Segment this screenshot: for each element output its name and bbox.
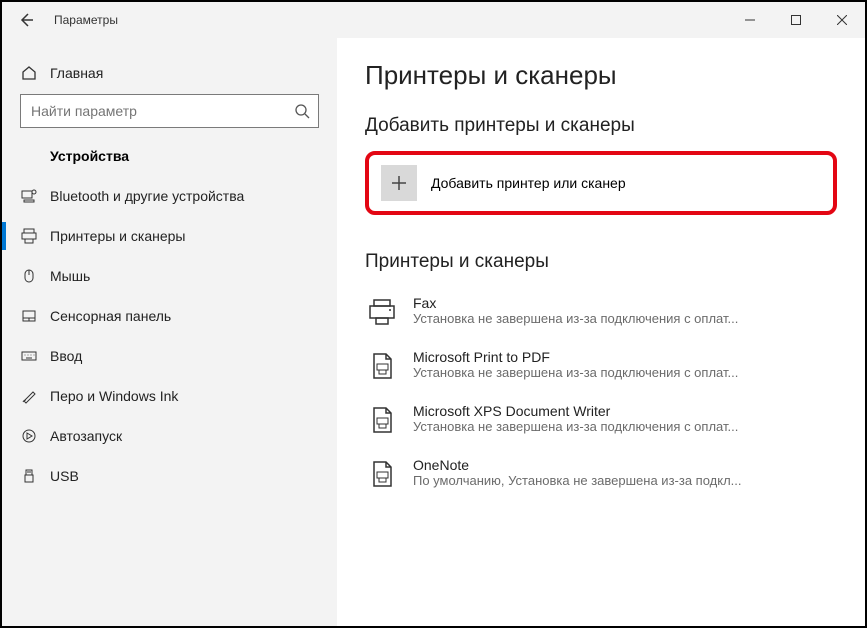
sidebar-section-title: Устройства	[2, 144, 337, 176]
document-printer-icon	[365, 403, 399, 437]
printer-item-pdf[interactable]: Microsoft Print to PDF Установка не заве…	[365, 341, 837, 395]
document-printer-icon	[365, 349, 399, 383]
printer-text: Microsoft XPS Document Writer Установка …	[413, 403, 837, 434]
back-button[interactable]	[12, 6, 40, 34]
sidebar-item-mouse[interactable]: Мышь	[2, 256, 337, 296]
sidebar-item-label: Сенсорная панель	[50, 308, 171, 324]
mouse-icon	[20, 268, 38, 284]
sidebar-item-usb[interactable]: USB	[2, 456, 337, 496]
sidebar-item-label: Ввод	[50, 348, 82, 364]
printer-name: Microsoft XPS Document Writer	[413, 403, 837, 419]
document-printer-icon	[365, 457, 399, 491]
titlebar: Параметры	[2, 2, 865, 38]
add-printer-button[interactable]: Добавить принтер или сканер	[365, 151, 837, 215]
printer-icon	[365, 295, 399, 329]
printer-icon	[20, 228, 38, 244]
printer-text: Microsoft Print to PDF Установка не заве…	[413, 349, 837, 380]
touchpad-icon	[20, 308, 38, 324]
printer-status: Установка не завершена из-за подключения…	[413, 311, 837, 326]
sidebar-item-label: Принтеры и сканеры	[50, 228, 185, 244]
keyboard-icon	[20, 348, 38, 364]
content: Принтеры и сканеры Добавить принтеры и с…	[337, 38, 865, 626]
maximize-button[interactable]	[773, 2, 819, 38]
sidebar-item-label: Bluetooth и другие устройства	[50, 188, 244, 204]
sidebar-home[interactable]: Главная	[2, 56, 337, 90]
printer-status: Установка не завершена из-за подключения…	[413, 365, 837, 380]
list-section-title: Принтеры и сканеры	[365, 251, 837, 273]
printer-name: OneNote	[413, 457, 837, 473]
minimize-button[interactable]	[727, 2, 773, 38]
maximize-icon	[791, 15, 801, 25]
sidebar-home-label: Главная	[50, 65, 103, 81]
window-title: Параметры	[54, 13, 118, 27]
settings-window: Параметры Главная	[0, 0, 867, 628]
printer-item-xps[interactable]: Microsoft XPS Document Writer Установка …	[365, 395, 837, 449]
home-icon	[20, 65, 38, 81]
sidebar-item-label: Перо и Windows Ink	[50, 388, 178, 404]
autoplay-icon	[20, 428, 38, 444]
sidebar-item-autoplay[interactable]: Автозапуск	[2, 416, 337, 456]
close-button[interactable]	[819, 2, 865, 38]
sidebar-item-bluetooth[interactable]: Bluetooth и другие устройства	[2, 176, 337, 216]
printer-name: Fax	[413, 295, 837, 311]
sidebar-item-label: Автозапуск	[50, 428, 122, 444]
plus-tile	[381, 165, 417, 201]
printer-status: По умолчанию, Установка не завершена из-…	[413, 473, 837, 488]
sidebar-item-label: USB	[50, 468, 79, 484]
printer-status: Установка не завершена из-за подключения…	[413, 419, 837, 434]
printer-name: Microsoft Print to PDF	[413, 349, 837, 365]
sidebar-item-label: Мышь	[50, 268, 90, 284]
add-printer-label: Добавить принтер или сканер	[431, 175, 626, 191]
sidebar-item-typing[interactable]: Ввод	[2, 336, 337, 376]
body: Главная Устройства Bluetooth и другие ус…	[2, 38, 865, 626]
search-icon	[294, 103, 310, 119]
search-box[interactable]	[20, 94, 319, 128]
sidebar-item-touchpad[interactable]: Сенсорная панель	[2, 296, 337, 336]
window-controls	[727, 2, 865, 38]
minimize-icon	[745, 15, 755, 25]
plus-icon	[390, 174, 408, 192]
printer-item-onenote[interactable]: OneNote По умолчанию, Установка не завер…	[365, 449, 837, 503]
printer-text: Fax Установка не завершена из-за подключ…	[413, 295, 837, 326]
add-section-title: Добавить принтеры и сканеры	[365, 115, 837, 137]
page-title: Принтеры и сканеры	[365, 60, 837, 91]
search-input[interactable]	[31, 103, 294, 119]
pen-icon	[20, 388, 38, 404]
printer-list: Fax Установка не завершена из-за подключ…	[365, 287, 837, 503]
bluetooth-icon	[20, 188, 38, 204]
printer-text: OneNote По умолчанию, Установка не завер…	[413, 457, 837, 488]
titlebar-left: Параметры	[12, 6, 118, 34]
printer-item-fax[interactable]: Fax Установка не завершена из-за подключ…	[365, 287, 837, 341]
sidebar-item-pen[interactable]: Перо и Windows Ink	[2, 376, 337, 416]
usb-icon	[20, 468, 38, 484]
close-icon	[837, 15, 847, 25]
arrow-left-icon	[18, 12, 34, 28]
sidebar-item-printers[interactable]: Принтеры и сканеры	[2, 216, 337, 256]
sidebar: Главная Устройства Bluetooth и другие ус…	[2, 38, 337, 626]
